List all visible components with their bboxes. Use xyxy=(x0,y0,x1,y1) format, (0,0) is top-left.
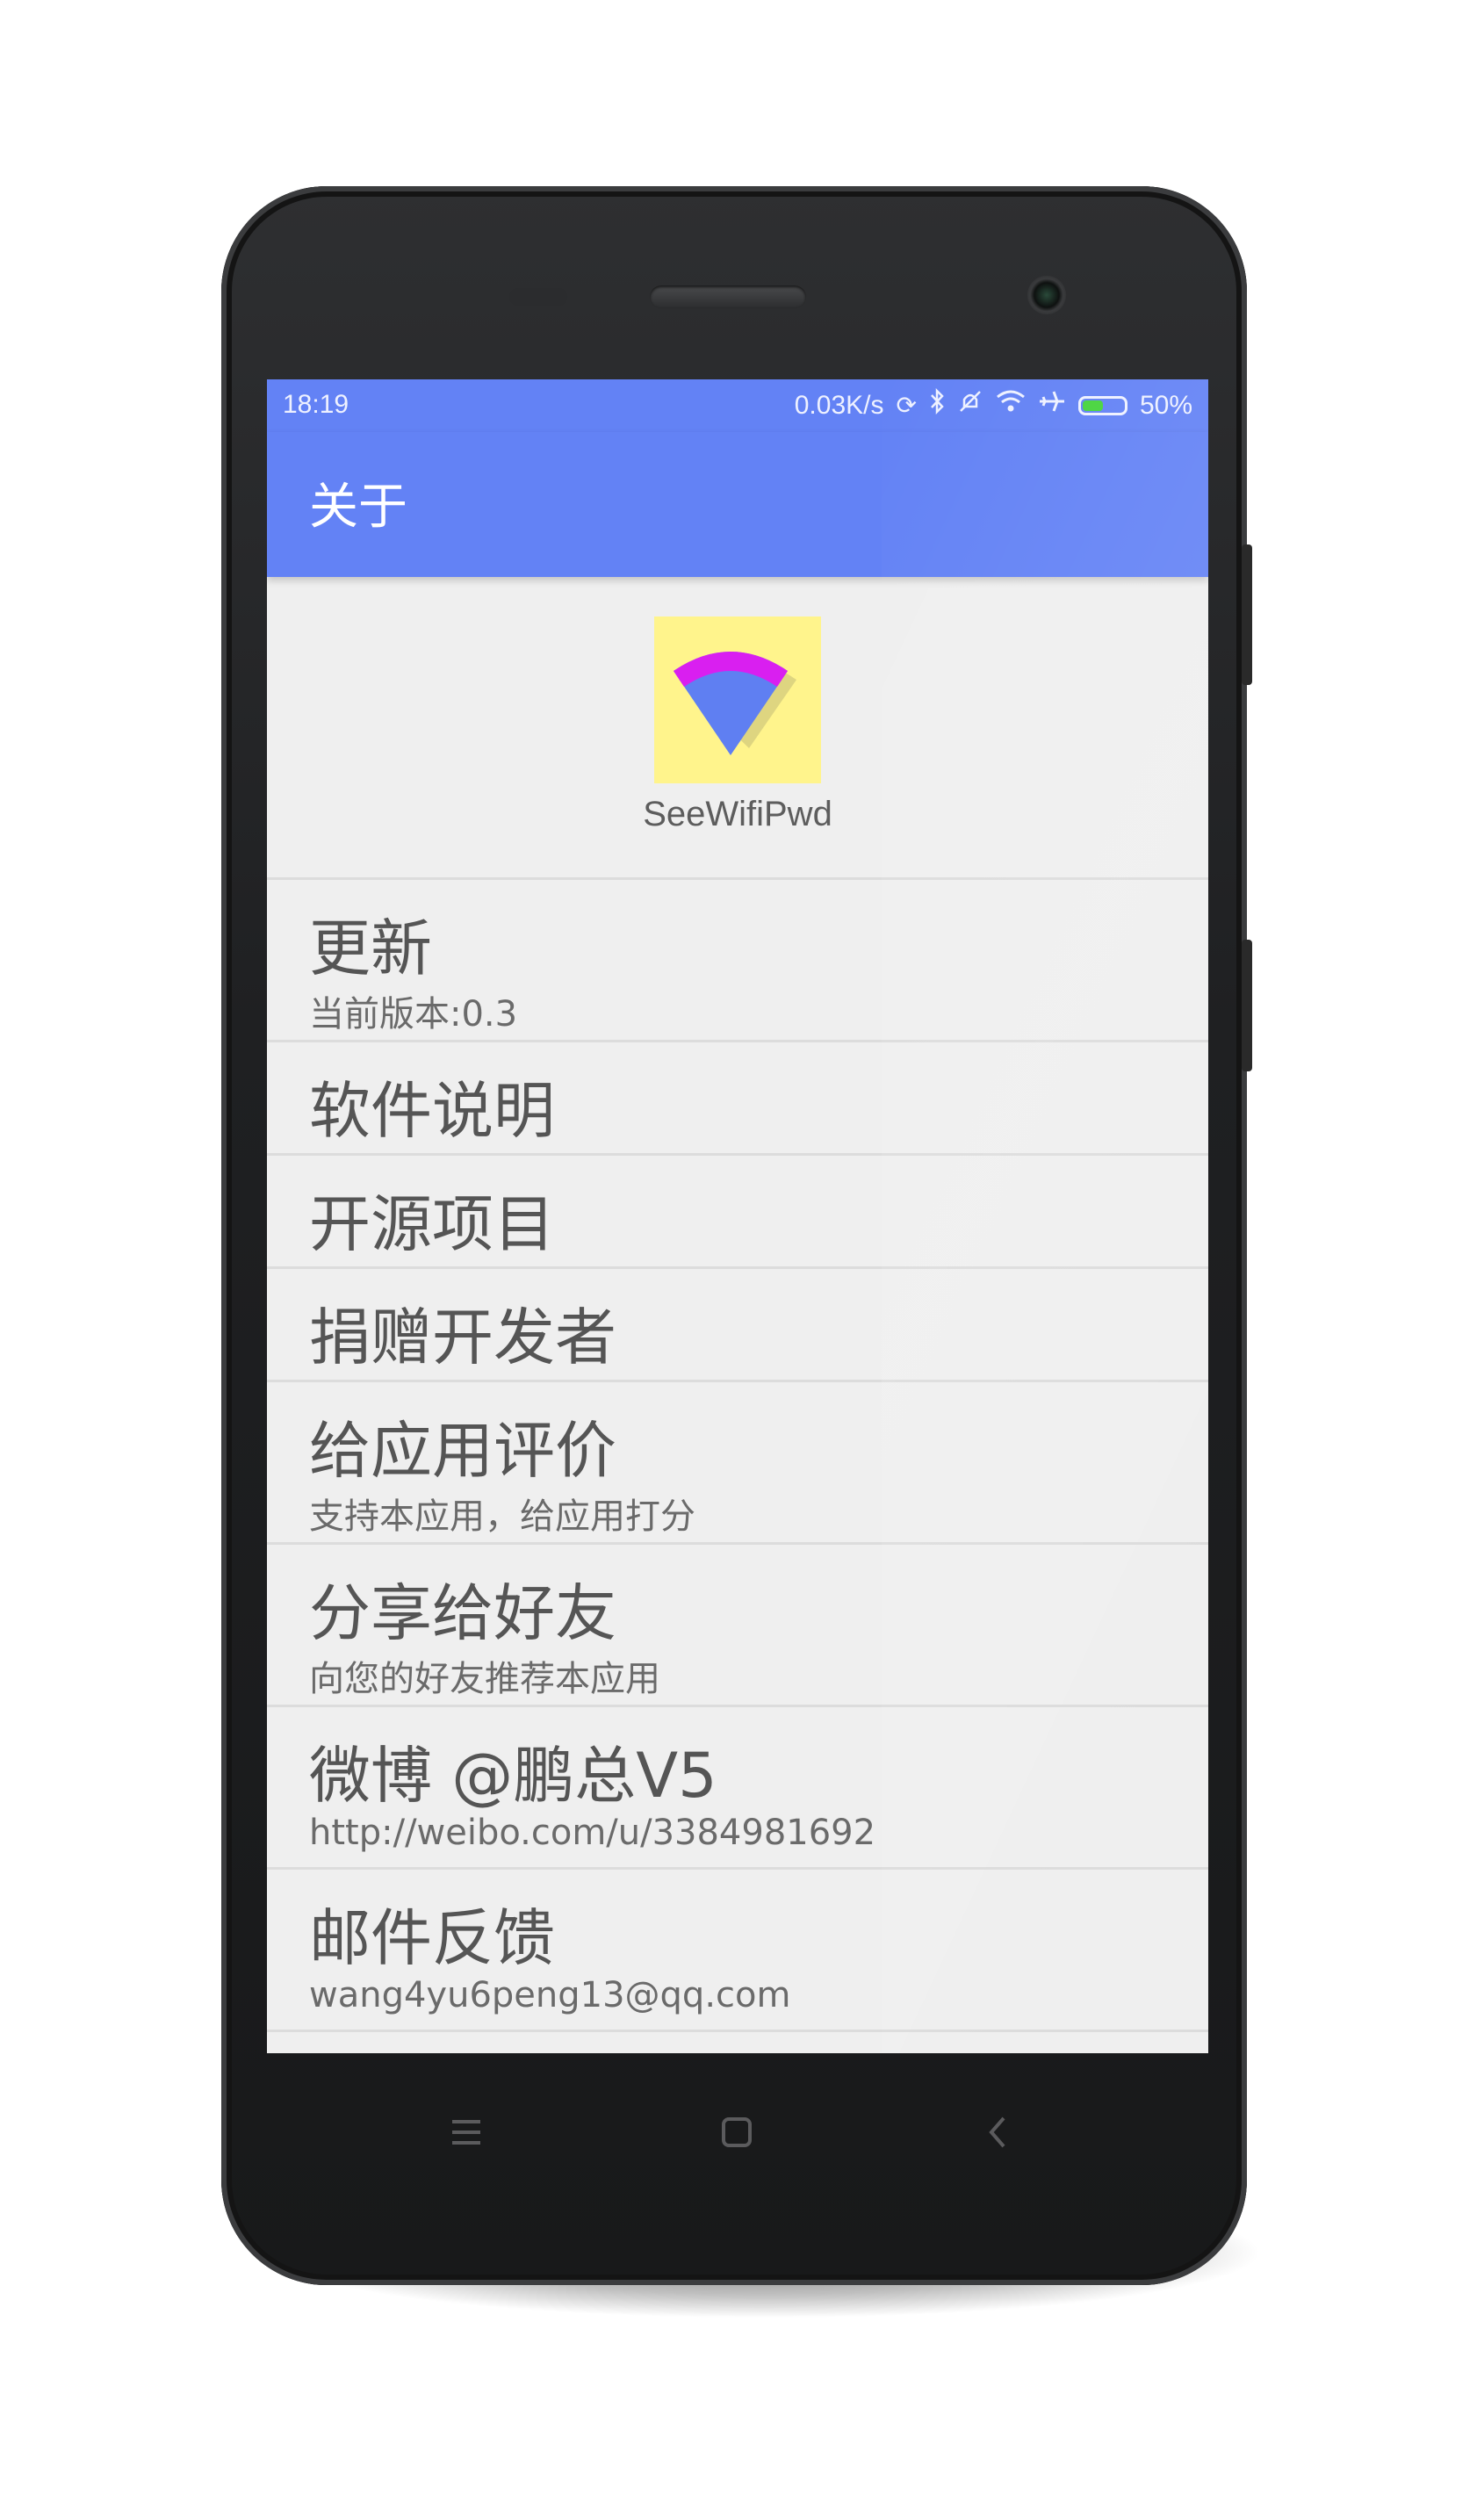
status-time: 18:19 xyxy=(283,390,349,419)
front-camera xyxy=(1027,276,1066,314)
donate-item[interactable]: 捐赠开发者 xyxy=(267,1269,1208,1382)
list-item-title: 给应用评价 xyxy=(309,1415,616,1487)
navigation-bar xyxy=(267,2053,1208,2211)
rate-app-item[interactable]: 给应用评价 支持本应用，给应用打分 xyxy=(267,1382,1208,1545)
list-item-subtitle: 向您的好友推荐本应用 xyxy=(309,1659,660,1699)
about-list: 更新 当前版本:0.3 软件说明 开源项目 捐赠开发者 给应用评价 支持本应用，… xyxy=(267,880,1208,2032)
open-source-item[interactable]: 开源项目 xyxy=(267,1156,1208,1269)
page-title: 关于 xyxy=(309,479,407,536)
status-bar: 18:19 0.03K/s ⟳ 50% xyxy=(267,379,1208,432)
list-item-subtitle: http://weibo.com/u/3384981692 xyxy=(309,1813,876,1853)
screen: 18:19 0.03K/s ⟳ 50% 关于 SeeWifiPwd 更新 当前版… xyxy=(267,379,1208,2053)
list-item-title: 更新 xyxy=(309,912,432,984)
list-item-title: 捐赠开发者 xyxy=(309,1301,616,1373)
earpiece-speaker xyxy=(650,285,806,308)
sync-icon: ⟳ xyxy=(896,391,917,419)
battery-percent: 50% xyxy=(1139,390,1192,420)
volume-button xyxy=(1242,940,1252,1071)
list-item-title: 软件说明 xyxy=(309,1075,555,1147)
network-speed: 0.03K/s xyxy=(794,390,884,420)
wifi-icon xyxy=(996,389,1026,422)
airplane-icon xyxy=(1038,388,1066,422)
list-item-title: 开源项目 xyxy=(309,1188,555,1260)
list-item-title: 微博 @鹏总V5 xyxy=(309,1740,717,1812)
weibo-item[interactable]: 微博 @鹏总V5 http://weibo.com/u/3384981692 xyxy=(267,1707,1208,1870)
list-item-title: 邮件反馈 xyxy=(309,1902,555,1974)
app-bar: 关于 xyxy=(267,432,1208,577)
back-icon[interactable] xyxy=(962,2097,1033,2167)
list-item-subtitle: wang4yu6peng13@qq.com xyxy=(309,1975,791,2015)
app-name: SeeWifiPwd xyxy=(643,795,832,833)
home-icon[interactable] xyxy=(702,2097,772,2167)
status-icons: 0.03K/s ⟳ 50% xyxy=(794,387,1192,422)
bluetooth-icon xyxy=(929,387,945,422)
list-item-subtitle: 当前版本:0.3 xyxy=(309,994,518,1035)
list-item-subtitle: 支持本应用，给应用打分 xyxy=(309,1496,695,1537)
battery-icon xyxy=(1077,395,1127,415)
menu-icon[interactable] xyxy=(431,2097,501,2167)
app-header: SeeWifiPwd xyxy=(267,577,1208,880)
mute-icon xyxy=(957,388,983,422)
software-description-item[interactable]: 软件说明 xyxy=(267,1042,1208,1156)
email-feedback-item[interactable]: 邮件反馈 wang4yu6peng13@qq.com xyxy=(267,1870,1208,2032)
proximity-sensor xyxy=(509,288,567,306)
wifi-logo-icon xyxy=(654,616,821,783)
list-item-title: 分享给好友 xyxy=(309,1577,616,1649)
update-item[interactable]: 更新 当前版本:0.3 xyxy=(267,880,1208,1042)
share-item[interactable]: 分享给好友 向您的好友推荐本应用 xyxy=(267,1545,1208,1707)
battery-fill xyxy=(1082,400,1103,411)
power-button xyxy=(1242,544,1252,685)
